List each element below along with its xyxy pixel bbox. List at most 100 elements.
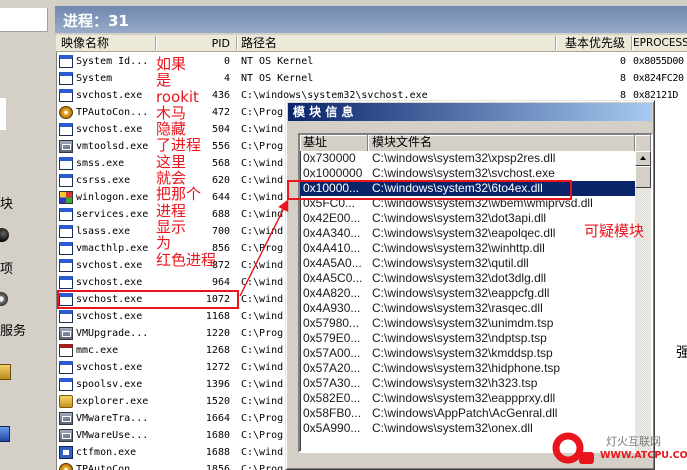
column-header-base-address[interactable]: 基址 — [300, 135, 368, 151]
module-info-dialog[interactable]: 模 块 信 息 基址 模块文件名 0x730000 C:\windows\syst… — [285, 100, 655, 470]
column-header-pid[interactable]: PID — [156, 36, 230, 51]
app-window-icon — [59, 174, 73, 187]
note-line: 这里 — [156, 152, 187, 171]
note-line: 隐藏 — [156, 120, 187, 139]
process-name: mmc.exe — [76, 345, 119, 356]
module-file-name: C:\windows\system32\svchost.exe — [372, 166, 555, 180]
module-row[interactable]: 0x58FB0... C:\windows\AppPatch\AcGenral.d… — [300, 406, 635, 421]
column-header-eprocess[interactable]: EPROCESS — [633, 36, 687, 51]
note-line: rookit — [156, 87, 199, 106]
note-line: 是 — [156, 71, 172, 90]
module-row[interactable]: 0x4A930... C:\windows\system32\rasqec.dll — [300, 301, 635, 316]
process-priority: 0 — [619, 56, 626, 67]
module-row[interactable]: 0x57A20... C:\windows\system32\hidphone.t… — [300, 361, 635, 376]
note-line: 进程 — [156, 201, 187, 220]
process-pid: 1856 — [205, 464, 230, 470]
app-window-icon — [59, 310, 73, 323]
sidebar-gear-icon[interactable] — [0, 292, 8, 306]
process-name: vmacthlp.exe — [76, 243, 149, 254]
sidebar-folder-icon[interactable] — [0, 364, 11, 380]
winlogon-icon — [59, 191, 73, 204]
process-name: System — [76, 73, 113, 84]
suspicious-module-label: 可疑模块 — [584, 222, 645, 240]
note-line: 如果 — [156, 55, 187, 73]
app-window-icon — [59, 276, 73, 289]
module-row[interactable]: 0x730000 C:\windows\system32\xpsp2res.dll — [300, 151, 635, 166]
process-pid: 1268 — [205, 345, 230, 356]
sidebar-label[interactable]: 块 — [0, 193, 13, 212]
column-header-module-file[interactable]: 模块文件名 — [368, 135, 635, 151]
process-pid: 1688 — [205, 447, 230, 458]
column-divider[interactable] — [236, 36, 237, 50]
process-row[interactable]: System Id... 0 NT OS Kernel 0 0x8055D00 — [56, 53, 687, 70]
process-name: TPAutoCon... — [76, 107, 149, 118]
column-header-base-priority[interactable]: 基本优先级 — [565, 36, 625, 51]
module-row[interactable]: 0x57980... C:\windows\system32\unimdm.tsp — [300, 316, 635, 331]
gear-icon — [59, 463, 73, 470]
process-pid: 1680 — [205, 430, 230, 441]
sidebar-label[interactable]: 服务 — [0, 320, 26, 339]
module-file-name: C:\windows\system32\rasqec.dll — [372, 301, 543, 315]
sidebar-label[interactable]: 项 — [0, 258, 13, 277]
column-header-filler — [635, 135, 651, 151]
column-header-path[interactable]: 路径名 — [241, 36, 277, 51]
module-row[interactable]: 0x4A410... C:\windows\system32\winhttp.dl… — [300, 241, 635, 256]
watermark-logo-icon — [552, 432, 594, 464]
module-base-address: 0x4A930... — [303, 301, 361, 315]
process-name: vmtoolsd.exe — [76, 141, 149, 152]
module-file-name: C:\windows\AppPatch\AcGenral.dll — [372, 406, 558, 420]
note-line: 为 — [156, 234, 172, 253]
column-divider[interactable] — [555, 36, 556, 50]
process-name: svchost.exe — [76, 311, 143, 322]
process-pid: 964 — [211, 277, 230, 288]
module-row[interactable]: 0x4A5C0... C:\windows\system32\dot3dlg.dl… — [300, 271, 635, 286]
process-name: VMwareTra... — [76, 413, 149, 424]
flagged-process-highlight-box — [57, 290, 239, 309]
process-pid: 1396 — [205, 379, 230, 390]
app-window-icon — [59, 259, 73, 272]
vmware-icon — [59, 327, 73, 340]
column-divider[interactable] — [631, 36, 632, 50]
module-file-name: C:\windows\system32\hidphone.tsp — [372, 361, 561, 375]
app-window-icon — [59, 55, 73, 68]
module-file-name: C:\windows\system32\ndptsp.tsp — [372, 331, 547, 345]
vmware-icon — [59, 412, 73, 425]
process-name: spoolsv.exe — [76, 379, 143, 390]
module-base-address: 0x730000 — [303, 151, 356, 165]
process-row[interactable]: System 4 NT OS Kernel 8 0x824FC20 — [56, 70, 687, 87]
column-header-image-name[interactable]: 映像名称 — [61, 36, 109, 51]
module-row[interactable]: 0x4A820... C:\windows\system32\eappcfg.dl… — [300, 286, 635, 301]
module-base-address: 0x42E00... — [303, 211, 361, 225]
scroll-thumb[interactable] — [635, 166, 651, 188]
module-row[interactable]: 0x57A00... C:\windows\system32\kmddsp.tsp — [300, 346, 635, 361]
module-file-name: C:\windows\system32\eappcfg.dll — [372, 286, 550, 300]
sidebar-app-icon[interactable] — [0, 426, 10, 442]
sidebar-round-icon[interactable] — [0, 228, 9, 242]
dialog-title-bar[interactable]: 模 块 信 息 — [288, 103, 652, 121]
rootkit-explanation-note: 如果是 rookit 木马 隐藏 了进程 这里 就会 把那个 进程 显示为红色进程 — [156, 56, 216, 268]
process-pid: 1220 — [205, 328, 230, 339]
process-eprocess: 0x8055D00 — [633, 56, 684, 67]
app-window-icon — [59, 123, 73, 136]
process-name: VMwareUse... — [76, 430, 149, 441]
process-pid: 1272 — [205, 362, 230, 373]
process-name: winlogon.exe — [76, 192, 149, 203]
module-base-address: 0x57A00... — [303, 346, 361, 360]
app-window-icon — [59, 242, 73, 255]
watermark-site-name: 灯火互联网 — [606, 435, 661, 448]
app-window-icon — [59, 89, 73, 102]
vertical-scrollbar[interactable] — [635, 151, 651, 451]
module-row[interactable]: 0x582E0... C:\windows\system32\eappprxy.d… — [300, 391, 635, 406]
module-row[interactable]: 0x579E0... C:\windows\system32\ndptsp.tsp — [300, 331, 635, 346]
module-base-address: 0x5A990... — [303, 421, 361, 435]
module-row[interactable]: 0x1000000 C:\windows\system32\svchost.exe — [300, 166, 635, 181]
process-name: TPAutoCon... — [76, 464, 149, 470]
scroll-up-button[interactable] — [635, 151, 651, 166]
module-row[interactable]: 0x4A5A0... C:\windows\system32\qutil.dll — [300, 256, 635, 271]
dialog-title: 模 块 信 息 — [293, 105, 354, 119]
note-line: 木马 — [156, 103, 187, 122]
module-row[interactable]: 0x57A30... C:\windows\system32\h323.tsp — [300, 376, 635, 391]
explorer-icon — [59, 395, 73, 408]
mmc-icon — [59, 344, 73, 357]
process-name: System Id... — [76, 56, 149, 67]
